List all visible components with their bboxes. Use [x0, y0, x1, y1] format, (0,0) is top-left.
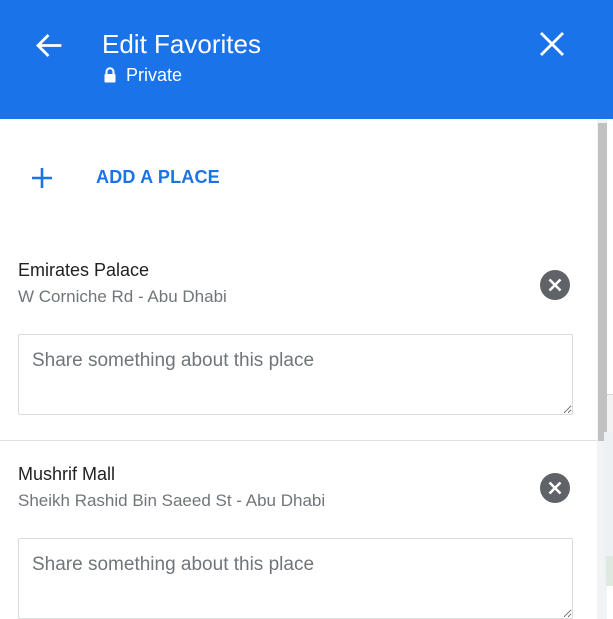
remove-place-button[interactable] [540, 270, 570, 300]
list-item: Mushrif Mall Sheikh Rashid Bin Saeed St … [0, 454, 597, 619]
back-button[interactable] [30, 28, 66, 64]
arrow-back-icon [36, 34, 62, 57]
place-note-input[interactable] [18, 538, 573, 619]
remove-place-button[interactable] [540, 473, 570, 503]
scrollbar-thumb[interactable] [598, 123, 607, 441]
favorites-list: ADD A PLACE Emirates Palace W Corniche R… [0, 119, 597, 619]
place-name: Emirates Palace [18, 260, 150, 280]
close-button[interactable] [536, 28, 568, 60]
close-icon [540, 32, 564, 56]
page-title: Edit Favorites [102, 29, 261, 59]
remove-circle-icon [540, 270, 570, 300]
divider [0, 440, 597, 441]
plus-icon [32, 168, 52, 188]
place-note-input[interactable] [18, 334, 573, 415]
header-bar: Edit Favorites Private [0, 0, 613, 119]
privacy-status[interactable]: Private [103, 64, 182, 86]
lock-icon [104, 67, 116, 83]
list-item: Emirates Palace W Corniche Rd - Abu Dhab… [0, 250, 597, 440]
privacy-label: Private [126, 65, 183, 85]
add-place-button[interactable]: ADD A PLACE [0, 159, 597, 195]
map-edge-block [606, 556, 613, 586]
place-address: W Corniche Rd - Abu Dhabi [18, 287, 227, 306]
place-address: Sheikh Rashid Bin Saeed St - Abu Dhabi [18, 491, 326, 510]
add-place-label: ADD A PLACE [96, 167, 220, 187]
place-name: Mushrif Mall [18, 464, 116, 484]
remove-circle-icon [540, 473, 570, 503]
